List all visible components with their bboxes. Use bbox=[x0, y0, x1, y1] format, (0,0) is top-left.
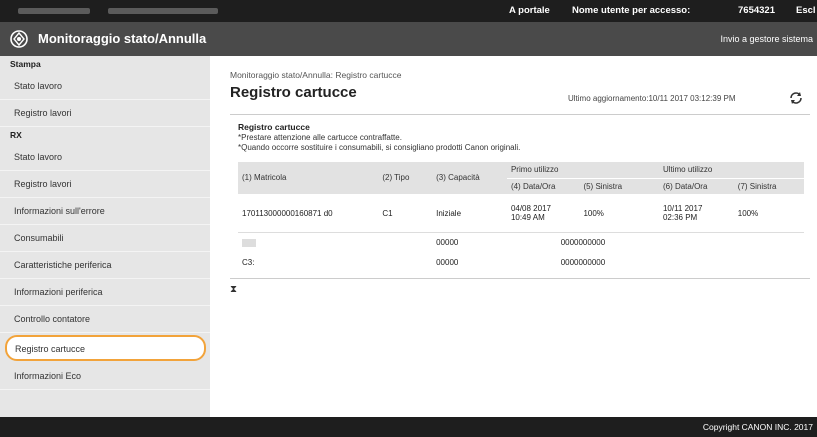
user-label: Nome utente per accesso: bbox=[572, 5, 691, 16]
page-title: Registro cartucce bbox=[230, 84, 357, 101]
table-row: C3: 00000 0000000000 bbox=[238, 252, 804, 272]
cell-first-date: 04/08 2017 10:49 AM bbox=[506, 194, 580, 233]
header-last-left: (7) Sinistra bbox=[733, 178, 804, 195]
redacted-text bbox=[242, 238, 256, 247]
top-bar: A portale Nome utente per accesso: 76543… bbox=[0, 0, 817, 22]
cell-last-date-day: 10/11 2017 bbox=[662, 204, 703, 213]
cartridge-table: (1) Matricola (2) Tipo (3) Capacità Prim… bbox=[238, 162, 804, 272]
sidebar-item-registro-lavori-rx[interactable]: Registro lavori bbox=[0, 171, 210, 198]
cell-serial: 170113000000160871 d0 bbox=[238, 194, 379, 233]
table-row: 170113000000160871 d0 C1 Iniziale 04/08 … bbox=[238, 194, 804, 233]
cell-last-date bbox=[659, 232, 734, 252]
cartridge-log-panel: Registro cartucce *Prestare attenzione a… bbox=[230, 114, 810, 279]
sidebar-item-counter-check[interactable]: Controllo contatore bbox=[0, 306, 210, 333]
cell-type bbox=[378, 252, 432, 272]
header-type: (2) Tipo bbox=[378, 162, 433, 195]
panel-title: Registro cartucce bbox=[238, 122, 310, 132]
cell-first-date-time: 10:49 AM bbox=[510, 213, 545, 222]
cell-serial bbox=[238, 232, 378, 252]
recommendation-note: *Quando occorre sostituire i consumabili… bbox=[238, 143, 521, 152]
cell-last-date: 10/11 2017 02:36 PM bbox=[658, 194, 734, 233]
cell-type: C1 bbox=[378, 194, 433, 233]
sidebar-item-stato-lavoro-stampa[interactable]: Stato lavoro bbox=[0, 73, 210, 100]
sidebar-item-consumables[interactable]: Consumabili bbox=[0, 225, 210, 252]
header-last-use: Ultimo utilizzo bbox=[658, 162, 804, 179]
header-first-left: (5) Sinistra bbox=[579, 178, 659, 195]
header-title: Monitoraggio stato/Annulla bbox=[38, 31, 207, 46]
footer-bar: Copyright CANON INC. 2017 bbox=[0, 417, 817, 437]
cell-last-date bbox=[659, 252, 734, 272]
cell-last-left bbox=[734, 232, 804, 252]
sidebar: Stampa Stato lavoro Registro lavori RX S… bbox=[0, 56, 210, 417]
cell-first-date: 0000000000 bbox=[560, 237, 606, 247]
cell-capacity: Iniziale bbox=[432, 194, 507, 233]
monitor-status-icon bbox=[10, 30, 28, 48]
cell-capacity: 00000 bbox=[436, 237, 459, 247]
refresh-icon[interactable] bbox=[788, 91, 804, 105]
breadcrumb[interactable]: Monitoraggio stato/Annulla: Registro car… bbox=[230, 70, 402, 80]
logout-link[interactable]: Escl bbox=[796, 5, 816, 16]
sidebar-item-eco-info[interactable]: Informazioni Eco bbox=[0, 363, 210, 390]
header-bar: Monitoraggio stato/Annulla Invio a gesto… bbox=[0, 22, 817, 56]
portal-link[interactable]: A portale bbox=[509, 5, 550, 16]
header-last-date: (6) Data/Ora bbox=[658, 178, 734, 195]
cell-first-date-day: 04/08 2017 bbox=[510, 204, 551, 213]
sidebar-item-error-info[interactable]: Informazioni sull'errore bbox=[0, 198, 210, 225]
cell-type bbox=[378, 232, 432, 252]
table-row: 00000 0000000000 bbox=[238, 232, 804, 252]
sidebar-section-stampa: Stampa bbox=[10, 59, 41, 69]
last-updated: Ultimo aggiornamento:10/11 2017 03:12:39… bbox=[568, 94, 736, 103]
header-serial: (1) Matricola bbox=[238, 162, 379, 195]
sidebar-item-device-info[interactable]: Informazioni periferica bbox=[0, 279, 210, 306]
copyright: Copyright CANON INC. 2017 bbox=[702, 422, 813, 432]
cell-first-date: 0000000000 bbox=[560, 257, 606, 267]
main-content: Monitoraggio stato/Annulla: Registro car… bbox=[210, 56, 817, 417]
mail-admin-link[interactable]: Invio a gestore sistema bbox=[720, 34, 813, 44]
user-id: 7654321 bbox=[738, 5, 775, 16]
header-first-date: (4) Data/Ora bbox=[506, 178, 580, 195]
cell-first-left: 100% bbox=[579, 194, 659, 233]
hourglass-icon: ⧗ bbox=[230, 284, 238, 295]
sidebar-item-stato-lavoro-rx[interactable]: Stato lavoro bbox=[0, 144, 210, 171]
redacted-text bbox=[18, 8, 90, 14]
sidebar-item-device-features[interactable]: Caratteristiche periferica bbox=[0, 252, 210, 279]
warning-note: *Prestare attenzione alle cartucce contr… bbox=[238, 133, 402, 142]
redacted-text bbox=[108, 8, 218, 14]
cell-last-left bbox=[734, 252, 804, 272]
header-first-use: Primo utilizzo bbox=[506, 162, 659, 179]
cell-last-date-time: 02:36 PM bbox=[662, 213, 698, 222]
sidebar-section-rx: RX bbox=[10, 130, 22, 140]
sidebar-item-registro-lavori-stampa[interactable]: Registro lavori bbox=[0, 100, 210, 127]
cell-capacity: 00000 bbox=[436, 257, 459, 267]
sidebar-item-cartridge-log[interactable]: Registro cartucce bbox=[5, 335, 206, 361]
cell-serial: C3: bbox=[242, 257, 255, 267]
cell-last-left: 100% bbox=[733, 194, 804, 233]
header-capacity: (3) Capacità bbox=[432, 162, 507, 195]
